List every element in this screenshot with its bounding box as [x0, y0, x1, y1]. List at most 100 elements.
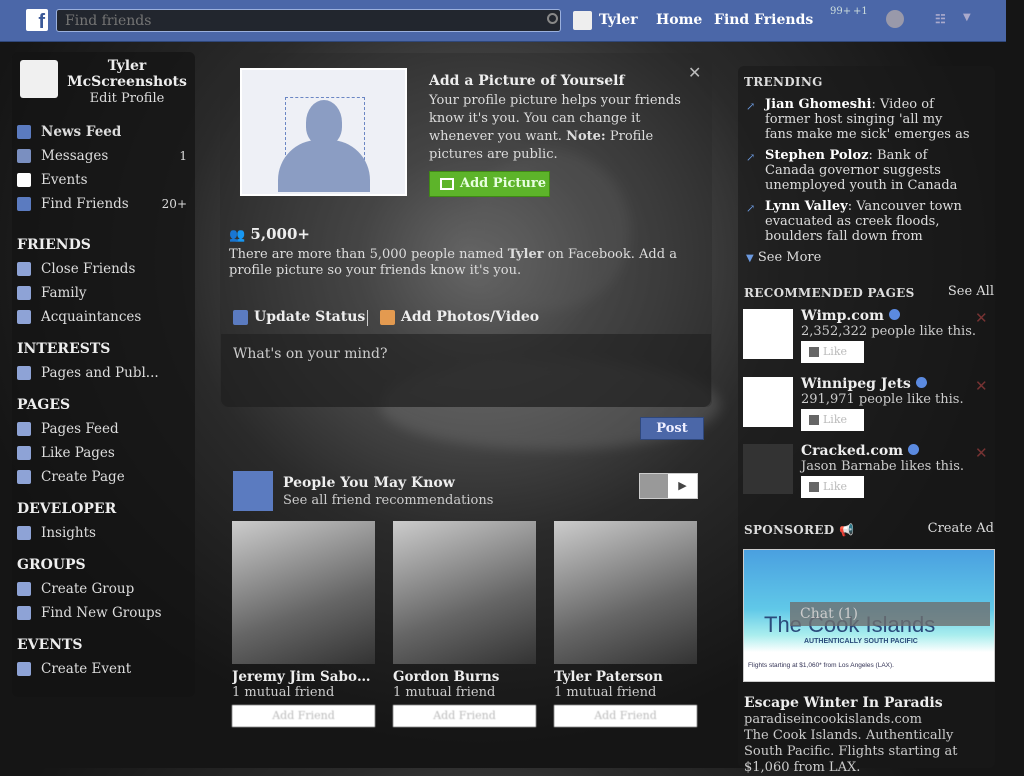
status-input[interactable]: What's on your mind?	[221, 334, 711, 407]
sidebar-item[interactable]: Pages and Publ...	[17, 365, 187, 381]
next-arrow-icon[interactable]: ▶	[668, 474, 697, 498]
add-friend-label: Add Friend	[272, 709, 335, 722]
profile-placeholder-image[interactable]	[240, 68, 407, 196]
like-label: Like	[823, 480, 847, 493]
privacy-icon[interactable]: ☷	[935, 12, 946, 26]
facebook-logo-icon[interactable]: f	[26, 9, 48, 33]
sidebar-item[interactable]: News Feed	[17, 124, 187, 140]
sidebar-item[interactable]: Like Pages	[17, 445, 187, 461]
sidebar-section-heading: PAGES	[17, 397, 71, 413]
sidebar-item-label: Find Friends	[41, 196, 129, 212]
sidebar-item[interactable]: Close Friends	[17, 261, 187, 277]
chevron-down-icon[interactable]: ▼	[963, 12, 971, 23]
tab-label: Update Status	[254, 309, 366, 325]
find-friends-link[interactable]: Find Friends	[714, 12, 813, 28]
pager: ▶	[639, 473, 698, 499]
page-name[interactable]: Cracked.com	[801, 443, 920, 459]
sidebar-item[interactable]: Family	[17, 285, 187, 301]
messages-badge[interactable]: +1	[853, 6, 868, 17]
messages-icon	[17, 149, 31, 163]
post-button[interactable]: Post	[640, 417, 704, 440]
see-all-link[interactable]: See All	[948, 284, 994, 299]
page-logo[interactable]	[743, 377, 793, 427]
item-icon	[17, 310, 31, 324]
like-button[interactable]: Like	[801, 476, 864, 498]
like-button[interactable]: Like	[801, 341, 864, 363]
page-name[interactable]: Wimp.com	[801, 308, 900, 324]
edit-profile-link[interactable]: Edit Profile	[67, 91, 187, 106]
sidebar-count: 20+	[161, 197, 187, 211]
person-name[interactable]: Tyler Paterson	[554, 669, 697, 685]
sidebar-item[interactable]: Events	[17, 172, 187, 188]
person-photo[interactable]	[232, 521, 375, 664]
person-photo[interactable]	[554, 521, 697, 664]
people-icon: 👥	[229, 228, 246, 243]
add-friend-button[interactable]: Add Friend	[554, 705, 697, 727]
trending-item[interactable]: ↗ Jian Ghomeshi: Video of former host sin…	[746, 97, 971, 142]
ad-title[interactable]: Escape Winter In Paradis	[744, 695, 943, 711]
sidebar-item[interactable]: Create Event	[17, 661, 187, 677]
item-icon	[17, 286, 31, 300]
sidebar-item-label: Insights	[41, 525, 96, 541]
sidebar-item-label: Family	[41, 285, 87, 301]
close-icon[interactable]: ✕	[975, 309, 988, 327]
photo-icon	[380, 309, 395, 325]
add-picture-button[interactable]: Add Picture	[429, 171, 550, 197]
add-friend-label: Add Friend	[433, 709, 496, 722]
friend-requests-badge[interactable]: 99+	[830, 6, 851, 17]
add-friend-button[interactable]: Add Friend	[232, 705, 375, 727]
search-icon[interactable]	[547, 13, 558, 24]
avatar[interactable]	[573, 11, 592, 30]
mutual-friends[interactable]: 1 mutual friend	[232, 685, 375, 700]
home-link[interactable]: Home	[656, 12, 702, 28]
sidebar-item[interactable]: Acquaintances	[17, 309, 187, 325]
page-logo[interactable]	[743, 444, 793, 494]
sidebar-item[interactable]: Create Group	[17, 581, 187, 597]
name-count-text: There are more than 5,000 people named T…	[229, 247, 699, 279]
create-ad-link[interactable]: Create Ad	[928, 521, 994, 536]
find-friends-icon	[17, 197, 31, 211]
person-name[interactable]: Gordon Burns	[393, 669, 536, 685]
sidebar-item-label: Create Group	[41, 581, 135, 597]
item-icon	[17, 662, 31, 676]
person-card: Tyler Paterson 1 mutual friend Add Friend	[554, 521, 697, 727]
add-friend-button[interactable]: Add Friend	[393, 705, 536, 727]
sidebar-item[interactable]: Pages Feed	[17, 421, 187, 437]
close-icon[interactable]: ✕	[975, 444, 988, 462]
profile-name[interactable]: Tyler McScreenshots	[67, 58, 187, 90]
verified-icon	[888, 309, 900, 320]
pymk-title[interactable]: People You May Know	[283, 475, 455, 491]
trending-item[interactable]: ↗ Lynn Valley: Vancouver town evacuated a…	[746, 199, 971, 244]
tab-update-status[interactable]: Update Status	[233, 309, 365, 325]
sidebar-item[interactable]: Find New Groups	[17, 605, 187, 621]
sidebar-item-label: Events	[41, 172, 88, 188]
close-icon[interactable]: ✕	[975, 377, 988, 395]
close-icon[interactable]: ✕	[688, 63, 701, 82]
page-name[interactable]: Winnipeg Jets	[801, 376, 927, 392]
search-input[interactable]	[56, 9, 561, 32]
see-more-link[interactable]: ▼ See More	[746, 250, 821, 265]
person-photo[interactable]	[393, 521, 536, 664]
sidebar-item[interactable]: Create Page	[17, 469, 187, 485]
sidebar-item[interactable]: Insights	[17, 525, 187, 541]
like-button[interactable]: Like	[801, 409, 864, 431]
tab-add-photos[interactable]: Add Photos/Video	[380, 309, 539, 325]
see-all-recommendations-link[interactable]: See all friend recommendations	[283, 493, 493, 508]
ad-banner-sub: AUTHENTICALLY SOUTH PACIFIC	[804, 638, 918, 645]
profile-picture[interactable]	[20, 60, 58, 98]
mutual-friends[interactable]: 1 mutual friend	[393, 685, 536, 700]
profile-link[interactable]: Tyler	[599, 12, 638, 28]
sidebar-item[interactable]: Messages 1	[17, 148, 187, 164]
person-name[interactable]: Jeremy Jim Sabou...	[232, 669, 375, 685]
chevron-down-icon: ▼	[746, 253, 754, 264]
trending-heading: TRENDING	[744, 75, 823, 89]
chat-bar[interactable]: Chat (1)	[790, 602, 990, 626]
page-logo[interactable]	[743, 309, 793, 359]
ad-text: The Cook Islands. Authentically South Pa…	[744, 728, 958, 775]
sidebar-item[interactable]: Find Friends 20+	[17, 196, 187, 212]
note-label: Note:	[566, 129, 606, 144]
item-icon	[17, 262, 31, 276]
globe-icon[interactable]	[886, 10, 904, 28]
trending-item[interactable]: ↗ Stephen Poloz: Bank of Canada governor …	[746, 148, 971, 193]
mutual-friends[interactable]: 1 mutual friend	[554, 685, 697, 700]
